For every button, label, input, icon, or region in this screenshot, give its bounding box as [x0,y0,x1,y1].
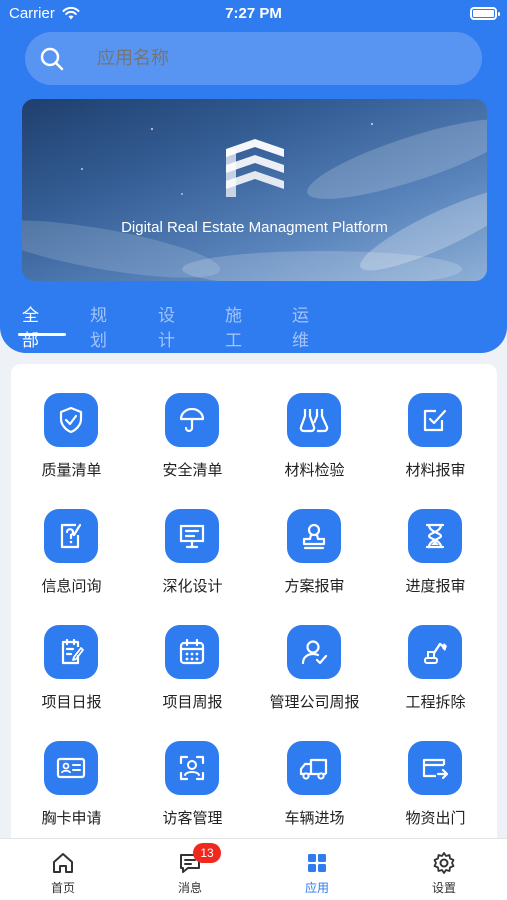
app-label: 物资出门 [405,809,466,827]
app-label: 信息问询 [41,577,102,595]
search-icon [40,47,64,71]
checkbox-edit-icon [408,393,462,447]
id-card-icon [44,741,98,795]
truck-icon [287,741,341,795]
calendar-icon [165,625,219,679]
app-visitor-management[interactable]: 访客管理 [132,712,253,827]
tab-operations[interactable]: 运维 [292,301,309,351]
tabbar-apps[interactable]: 应用 [254,839,380,900]
bottom-tab-bar: 首页 13 消息 应用 设置 [0,838,507,900]
search-input[interactable] [97,48,457,69]
app-plan-review[interactable]: 方案报审 [254,480,375,595]
tabbar-home[interactable]: 首页 [0,839,126,900]
app-label: 材料检验 [284,461,345,479]
app-label: 胸卡申请 [41,809,102,827]
tabbar-settings[interactable]: 设置 [381,839,507,900]
app-info-inquiry[interactable]: 信息问询 [11,480,132,595]
active-tab-indicator [18,333,66,336]
user-check-icon [287,625,341,679]
app-label: 项目日报 [41,693,102,711]
app-badge-application[interactable]: 胸卡申请 [11,712,132,827]
app-label: 项目周报 [162,693,223,711]
app-label: 材料报审 [405,461,466,479]
umbrella-icon [165,393,219,447]
app-label: 方案报审 [284,577,345,595]
clock: 7:27 PM [225,5,282,22]
app-material-review[interactable]: 材料报审 [375,364,496,479]
platform-logo-icon [226,139,284,197]
excavator-icon [408,625,462,679]
home-icon [53,853,73,873]
apps-grid-icon [308,854,326,872]
flask-icon [287,393,341,447]
app-label: 进度报审 [405,577,466,595]
banner[interactable]: Digital Real Estate Managment Platform [22,99,487,281]
tab-design[interactable]: 设计 [158,301,175,351]
tabbar-label: 首页 [50,881,75,895]
tabbar-label: 设置 [431,881,456,895]
app-management-weekly-report[interactable]: 管理公司周报 [254,596,375,711]
app-demolition[interactable]: 工程拆除 [375,596,496,711]
app-label: 深化设计 [162,577,223,595]
status-bar: Carrier 7:27 PM [0,0,507,30]
presentation-icon [165,509,219,563]
app-label: 车辆进场 [284,809,345,827]
tab-planning[interactable]: 规划 [90,301,107,351]
tab-all[interactable]: 全部 [22,301,39,351]
app-label: 访客管理 [162,809,223,827]
app-label: 管理公司周报 [269,693,360,711]
app-label: 工程拆除 [405,693,466,711]
stamp-icon [287,509,341,563]
gear-icon [433,852,455,874]
app-progress-review[interactable]: 进度报审 [375,480,496,595]
tabbar-messages[interactable]: 13 消息 [127,839,253,900]
battery-icon [470,7,500,20]
app-daily-report[interactable]: 项目日报 [11,596,132,711]
banner-caption: Digital Real Estate Managment Platform [121,219,388,236]
unread-badge: 13 [193,843,221,863]
app-goods-exit[interactable]: 物资出门 [375,712,496,827]
app-label: 安全清单 [162,461,223,479]
daily-report-icon [44,625,98,679]
tabbar-label: 应用 [304,881,329,895]
wallet-exit-icon [408,741,462,795]
app-material-inspection[interactable]: 材料检验 [254,364,375,479]
shield-check-icon [44,393,98,447]
face-scan-icon [165,741,219,795]
search-bar[interactable] [25,32,482,85]
hourglass-icon [408,509,462,563]
app-quality-list[interactable]: 质量清单 [11,364,132,479]
tabbar-label: 消息 [177,881,202,895]
question-doc-icon [44,509,98,563]
apps-grid-card: 质量清单 安全清单 材料检验 材料报审 信息问询 深化设计 方案报审 进度报审 … [11,364,497,864]
app-label: 质量清单 [41,461,102,479]
app-detailed-design[interactable]: 深化设计 [132,480,253,595]
tab-construction[interactable]: 施工 [225,301,242,351]
app-vehicle-entry[interactable]: 车辆进场 [254,712,375,827]
app-weekly-report[interactable]: 项目周报 [132,596,253,711]
app-safety-list[interactable]: 安全清单 [132,364,253,479]
